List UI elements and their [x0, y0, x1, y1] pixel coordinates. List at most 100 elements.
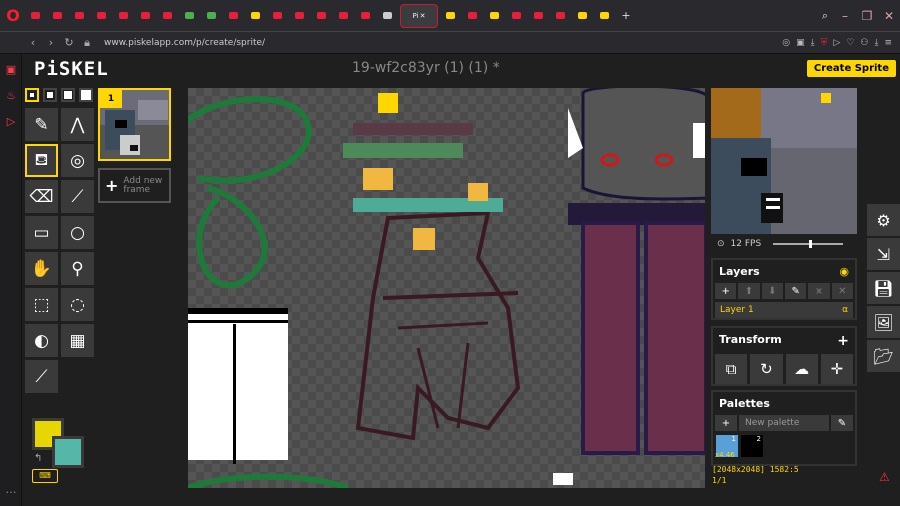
add-layer-icon[interactable]: + [715, 283, 737, 299]
pen-size-4[interactable] [79, 88, 93, 102]
shopping-bag-icon[interactable]: ▣ [0, 58, 22, 80]
browser-tab[interactable] [180, 4, 199, 28]
move-layer-down-icon[interactable]: ⬇ [761, 283, 783, 299]
paint-bucket-icon[interactable]: ⛾ [25, 144, 58, 177]
shape-selection-icon[interactable]: ⚲ [61, 252, 94, 285]
secondary-color-swatch[interactable] [52, 436, 84, 468]
rotate-icon[interactable]: ↻ [750, 354, 783, 384]
share-icon[interactable]: ▷ [833, 38, 840, 48]
menu-icon[interactable]: ≡ [884, 38, 892, 48]
piskel-logo[interactable]: PiSKEL [34, 58, 109, 80]
import-folder-icon[interactable]: 📂︎ [867, 340, 900, 372]
pen-size-1[interactable] [25, 88, 39, 102]
url-field[interactable]: www.piskelapp.com/p/create/sprite/ [104, 38, 782, 48]
pen-size-2[interactable] [43, 88, 57, 102]
alpha-toggle[interactable]: α [842, 305, 848, 315]
browser-tab[interactable] [551, 4, 570, 28]
stroke-tool-icon[interactable]: ⟋ [61, 180, 94, 213]
export-image-icon[interactable]: 🖼︎ [867, 306, 900, 338]
fps-slider[interactable] [773, 240, 844, 248]
rectangle-tool-icon[interactable]: ▭ [25, 216, 58, 249]
keyboard-shortcuts-icon[interactable]: ⌨ [32, 469, 58, 483]
dithering-tool-icon[interactable]: ▦ [61, 324, 94, 357]
merge-layer-icon[interactable]: ⩙ [808, 283, 830, 299]
browser-tab[interactable] [529, 4, 548, 28]
account-icon[interactable]: ⚇ [860, 38, 868, 48]
frame-thumbnail[interactable]: 1 [98, 88, 171, 161]
browser-tab[interactable] [507, 4, 526, 28]
lens-icon[interactable]: ◎ [782, 38, 790, 48]
browser-tab[interactable] [268, 4, 287, 28]
move-layer-up-icon[interactable]: ⬆ [738, 283, 760, 299]
player-icon[interactable]: ▷ [0, 110, 22, 132]
palette-swatch[interactable]: 1 x4.46 [715, 435, 738, 459]
resize-icon[interactable]: ⇲ [867, 238, 900, 270]
close-window-icon[interactable]: ✕ [878, 9, 900, 23]
add-palette-icon[interactable]: + [715, 415, 737, 431]
browser-tab[interactable] [92, 4, 111, 28]
browser-tab[interactable] [595, 4, 614, 28]
palette-swatch[interactable]: 2 [741, 435, 763, 457]
move-hand-icon[interactable]: ✋ [25, 252, 58, 285]
browser-tab[interactable] [48, 4, 67, 28]
clone-sheep-icon[interactable]: ☁ [785, 354, 818, 384]
browser-tab[interactable] [356, 4, 375, 28]
vertical-mirror-pen-icon[interactable]: ⋀ [61, 108, 94, 141]
download-icon[interactable]: ⤓ [811, 38, 815, 48]
pen-tool-icon[interactable]: ✎ [25, 108, 58, 141]
center-align-icon[interactable]: ✛ [820, 354, 853, 384]
delete-layer-icon[interactable]: ✕ [831, 283, 853, 299]
browser-tab[interactable] [26, 4, 45, 28]
browser-tab[interactable] [224, 4, 243, 28]
pen-size-3[interactable] [61, 88, 75, 102]
browser-tab[interactable] [158, 4, 177, 28]
browser-tab[interactable] [441, 4, 460, 28]
browser-tab[interactable] [114, 4, 133, 28]
swap-colors-icon[interactable]: ↰ [34, 453, 42, 464]
more-icon[interactable]: … [0, 478, 22, 500]
browser-tab[interactable] [463, 4, 482, 28]
reload-icon[interactable]: ↻ [60, 36, 78, 49]
flame-icon[interactable]: ♨ [0, 84, 22, 106]
paint-same-color-icon[interactable]: ◎ [61, 144, 94, 177]
layer-item[interactable]: Layer 1α [715, 302, 853, 318]
edit-palette-icon[interactable]: ✎ [831, 415, 853, 431]
eraser-icon[interactable]: ⌫ [25, 180, 58, 213]
browser-tab[interactable] [136, 4, 155, 28]
create-sprite-button[interactable]: Create Sprite [806, 60, 896, 77]
save-icon[interactable]: 💾︎ [867, 272, 900, 304]
lasso-selection-icon[interactable]: ◌ [61, 288, 94, 321]
back-icon[interactable]: ‹ [24, 36, 42, 49]
rectangle-selection-icon[interactable]: ⬚ [25, 288, 58, 321]
snapshot-icon[interactable]: ▣ [796, 38, 805, 48]
expand-plus-icon[interactable]: + [837, 333, 849, 349]
browser-tab-active[interactable]: Pi ✕ [400, 3, 438, 28]
browser-tab[interactable] [573, 4, 592, 28]
opera-logo-icon[interactable]: O [0, 3, 26, 29]
rename-layer-icon[interactable]: ✎ [784, 283, 807, 299]
browser-tab[interactable] [378, 4, 397, 28]
palette-select[interactable]: New palette [739, 415, 829, 431]
settings-gear-icon[interactable]: ⚙ [867, 204, 900, 236]
animation-preview[interactable] [711, 88, 857, 234]
browser-tab[interactable] [202, 4, 221, 28]
warning-icon[interactable]: ⚠ [879, 470, 890, 484]
browser-tab[interactable] [70, 4, 89, 28]
heart-icon[interactable]: ♡ [846, 38, 854, 48]
close-tab-icon[interactable]: ✕ [420, 12, 426, 20]
browser-tab[interactable] [290, 4, 309, 28]
minimize-icon[interactable]: – [834, 9, 856, 23]
color-picker-icon[interactable]: ⟋ [25, 360, 58, 393]
browser-tab[interactable] [312, 4, 331, 28]
maximize-icon[interactable]: ❐ [856, 9, 878, 23]
circle-tool-icon[interactable]: ○ [61, 216, 94, 249]
add-new-frame-button[interactable]: + Add new frame [98, 168, 171, 203]
eye-icon[interactable]: ◉ [839, 265, 849, 278]
forward-icon[interactable]: › [42, 36, 60, 49]
browser-tab[interactable] [334, 4, 353, 28]
downloads-icon[interactable]: ⤓ [874, 38, 878, 48]
search-tabs-icon[interactable]: ⌕ [816, 9, 834, 23]
browser-tab[interactable] [485, 4, 504, 28]
new-tab-icon[interactable]: + [617, 9, 635, 22]
browser-tab[interactable] [246, 4, 265, 28]
